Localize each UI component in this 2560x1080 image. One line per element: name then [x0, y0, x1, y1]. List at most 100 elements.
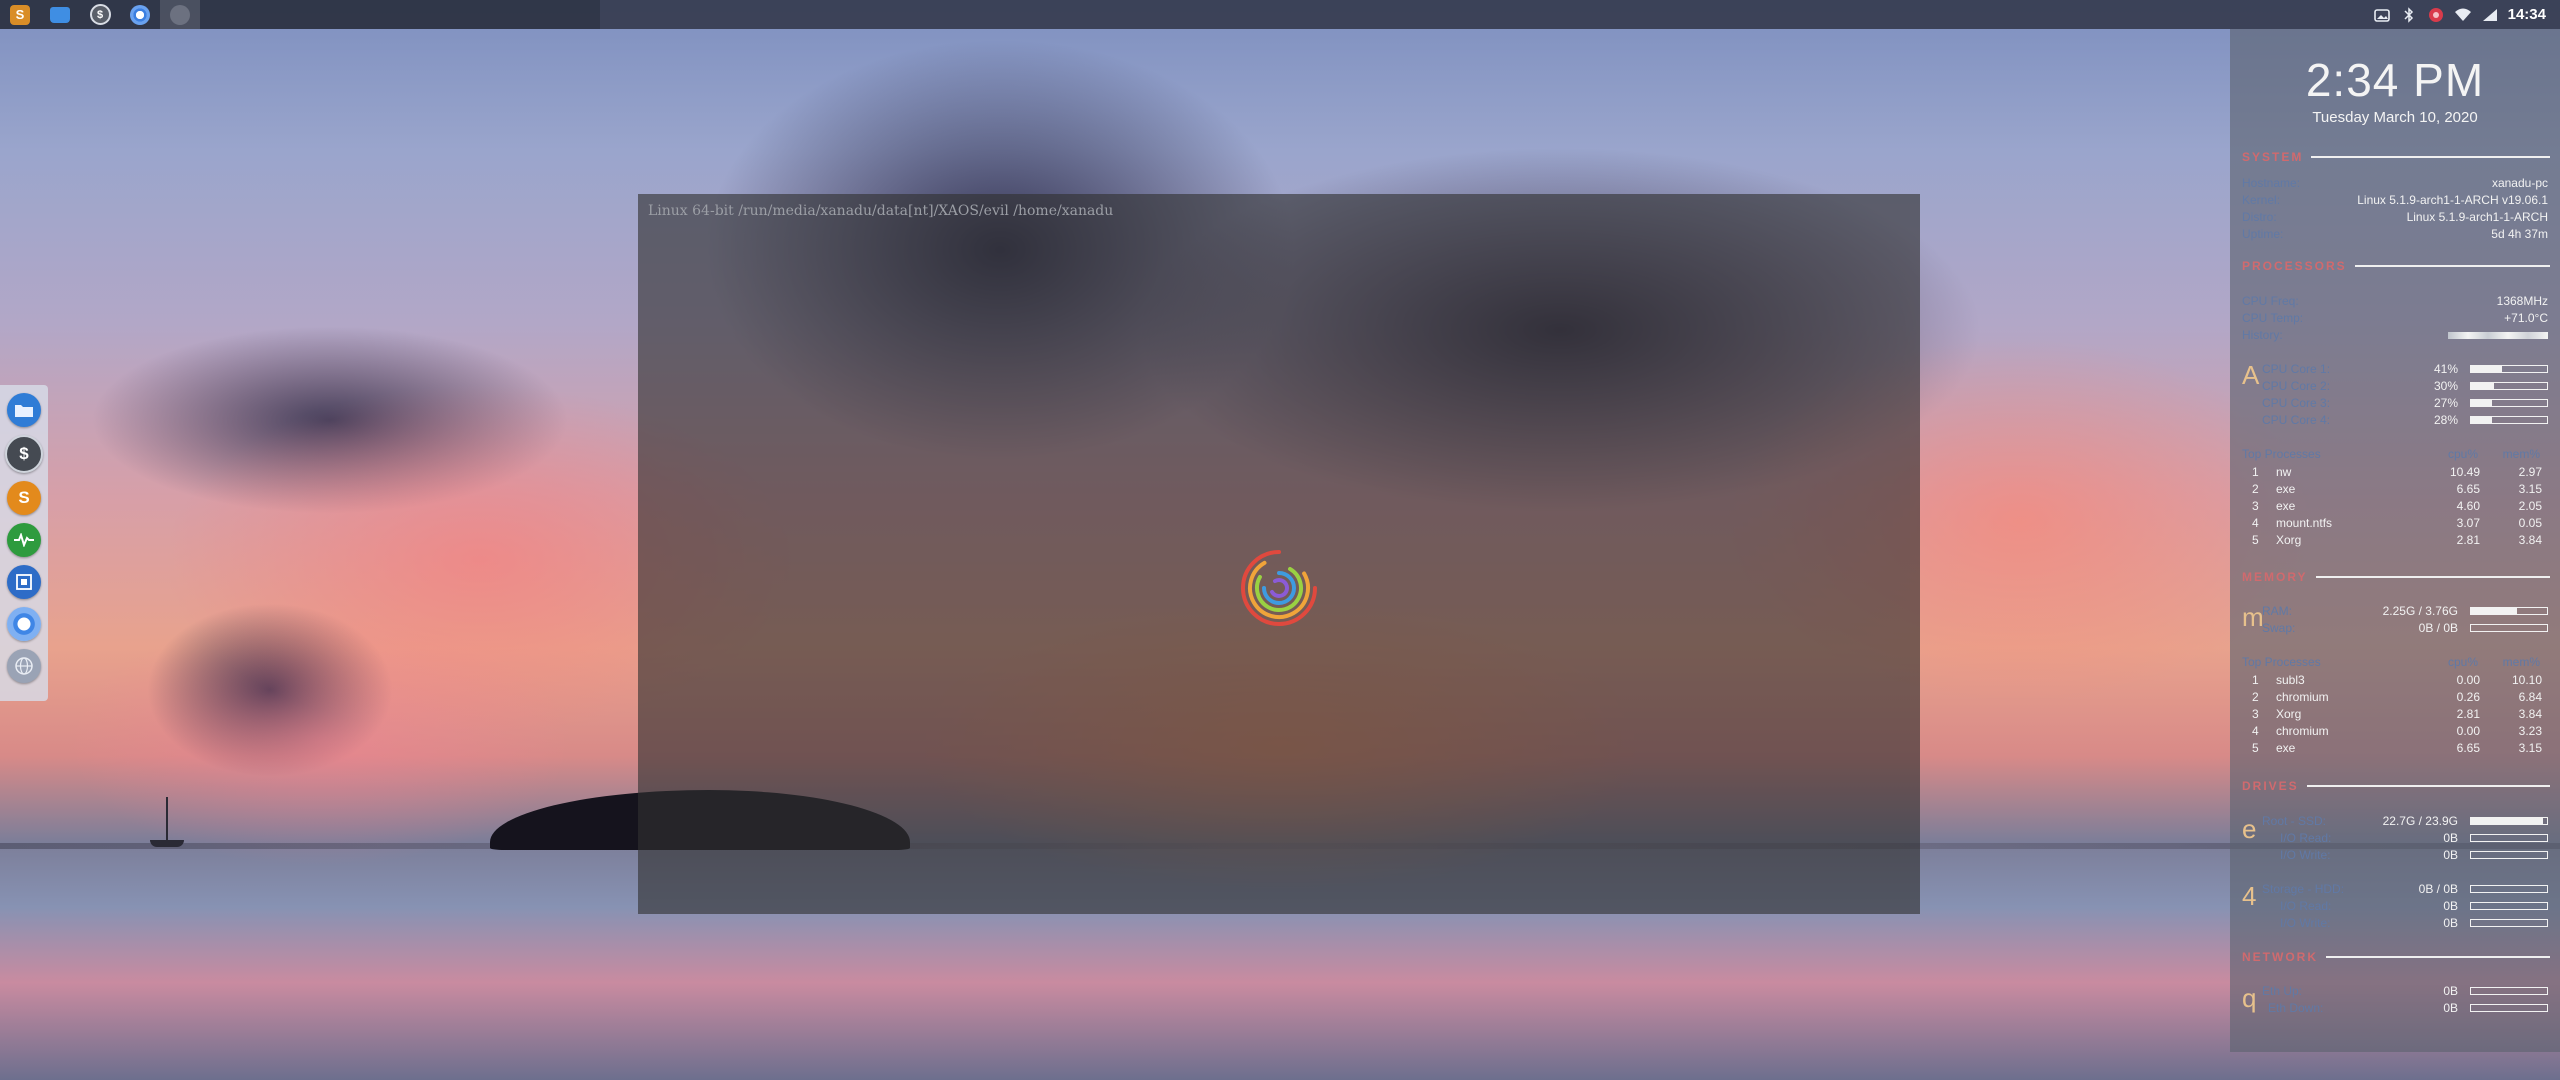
- dock-system-monitor[interactable]: [7, 523, 41, 557]
- cpu-core-row: CPU Core 3: 27%: [2262, 396, 2548, 411]
- top-cpu-header: Top Processes cpu% mem%: [2242, 447, 2548, 462]
- sublime-text-icon: S: [10, 4, 30, 25]
- screenshot-icon[interactable]: [2373, 6, 2391, 24]
- cpu-value: 2.81: [2456, 707, 2480, 721]
- usage-bar: [2470, 834, 2548, 842]
- value: 41%: [2433, 362, 2458, 376]
- label: Hostname:: [2242, 176, 2301, 190]
- mem-value: 2.97: [2518, 465, 2542, 479]
- cpu-value: 3.07: [2456, 516, 2480, 530]
- top-mem-row: 5 exe 6.65 3.15: [2252, 741, 2548, 756]
- taskbar-sublime-text[interactable]: S: [0, 0, 40, 29]
- bluetooth-icon[interactable]: [2400, 6, 2418, 24]
- label: History:: [2242, 328, 2283, 342]
- rank: 1: [2252, 673, 2259, 687]
- drive-row: I/O Write: 0B: [2262, 848, 2548, 863]
- mem-value: 3.15: [2518, 482, 2542, 496]
- battery-icon[interactable]: [2481, 6, 2499, 24]
- process-name: nw: [2276, 465, 2292, 479]
- label: Swap:: [2262, 621, 2296, 635]
- section-title: PROCESSORS: [2242, 259, 2347, 273]
- cpu-glyph: A: [2242, 360, 2260, 390]
- panel-clock[interactable]: 14:34: [2508, 6, 2546, 23]
- drive-row: I/O Read: 0B: [2262, 899, 2548, 914]
- label: mem%: [2502, 655, 2540, 669]
- dock-sublime-text[interactable]: S: [7, 481, 41, 515]
- label: CPU Freq:: [2242, 294, 2299, 308]
- wifi-icon[interactable]: [2454, 6, 2472, 24]
- label: CPU Core 4:: [2262, 413, 2331, 427]
- mem-value: 3.84: [2518, 707, 2542, 721]
- mem-value: 0.05: [2518, 516, 2542, 530]
- taskbar-system-monitor[interactable]: [160, 0, 200, 29]
- notification-icon[interactable]: [2427, 6, 2445, 24]
- dock-network[interactable]: [7, 649, 41, 683]
- globe-icon: [15, 657, 33, 675]
- mem-value: 3.15: [2518, 741, 2542, 755]
- rank: 2: [2252, 690, 2259, 704]
- label: Top Processes: [2242, 655, 2321, 669]
- value: 5d 4h 37m: [2491, 227, 2548, 241]
- top-mem-row: 4 chromium 0.00 3.23: [2252, 724, 2548, 739]
- usage-bar: [2470, 607, 2548, 615]
- rank: 5: [2252, 741, 2259, 755]
- top-cpu-row: 4 mount.ntfs 3.07 0.05: [2252, 516, 2548, 531]
- taskbar-files[interactable]: [40, 0, 80, 29]
- usage-bar: [2470, 885, 2548, 893]
- drive-glyph: e: [2242, 814, 2257, 844]
- section-title: MEMORY: [2242, 570, 2308, 584]
- system-row: Uptime: 5d 4h 37m: [2242, 227, 2548, 242]
- label: CPU Core 1:: [2262, 362, 2331, 376]
- system-monitor-icon: [170, 4, 190, 25]
- dock-files[interactable]: [7, 393, 41, 427]
- process-name: Xorg: [2276, 533, 2302, 547]
- label: Distro:: [2242, 210, 2277, 224]
- label: I/O Write:: [2280, 916, 2331, 930]
- value: 22.7G / 23.9G: [2382, 814, 2458, 828]
- mem-value: 3.84: [2518, 533, 2542, 547]
- taskbar-terminal[interactable]: $: [80, 0, 120, 29]
- system-row: Distro: Linux 5.1.9-arch1-1-ARCH: [2242, 210, 2548, 225]
- loading-spinner-icon: [1241, 550, 1317, 626]
- value: 0B: [2443, 1001, 2458, 1015]
- label: I/O Read:: [2280, 831, 2332, 845]
- process-name: exe: [2276, 741, 2296, 755]
- terminal-icon: $: [89, 4, 111, 25]
- top-cpu-row: 5 Xorg 2.81 3.84: [2252, 533, 2548, 548]
- usage-bar-fill: [2471, 818, 2544, 824]
- usage-bar-fill: [2471, 417, 2493, 423]
- section-system: SYSTEM: [2242, 150, 2550, 164]
- terminal-output: Linux 64-bit /run/media/xanadu/data[nt]/…: [648, 203, 1114, 219]
- usage-bar: [2470, 902, 2548, 910]
- value: 0B: [2443, 916, 2458, 930]
- processor-row: CPU Freq: 1368MHz: [2242, 294, 2548, 309]
- terminal-window[interactable]: Linux 64-bit /run/media/xanadu/data[nt]/…: [638, 194, 1920, 914]
- section-divider: [2315, 576, 2550, 578]
- value: 0B: [2443, 899, 2458, 913]
- cpu-value: 6.65: [2456, 741, 2480, 755]
- process-name: exe: [2276, 499, 2296, 513]
- value: 1368MHz: [2496, 294, 2548, 308]
- drive-row: Root - SSD: 22.7G / 23.9G: [2262, 814, 2548, 829]
- dock-screenshot[interactable]: [7, 565, 41, 599]
- process-name: exe: [2276, 482, 2296, 496]
- label: I/O Read:: [2280, 899, 2332, 913]
- label: Eth Up:: [2262, 984, 2303, 998]
- taskbar-chromium[interactable]: [120, 0, 160, 29]
- value: +71.0°C: [2504, 311, 2548, 325]
- usage-bar-fill: [2471, 400, 2492, 406]
- mem-value: 6.84: [2518, 690, 2542, 704]
- section-network: NETWORK: [2242, 950, 2550, 964]
- system-row: Kernel: Linux 5.1.9-arch1-1-ARCH v19.06.1: [2242, 193, 2548, 208]
- usage-bar: [2470, 919, 2548, 927]
- label: Storage - HDD:: [2262, 882, 2345, 896]
- dock-chromium[interactable]: [7, 607, 41, 641]
- process-name: chromium: [2276, 690, 2329, 704]
- label: CPU Core 3:: [2262, 396, 2331, 410]
- activity-icon: [14, 533, 34, 547]
- usage-bar: [2470, 851, 2548, 859]
- dock-terminal[interactable]: $: [5, 435, 43, 473]
- value: Linux 5.1.9-arch1-1-ARCH: [2406, 210, 2548, 224]
- top-cpu-row: 1 nw 10.49 2.97: [2252, 465, 2548, 480]
- value: 0B / 0B: [2418, 882, 2458, 896]
